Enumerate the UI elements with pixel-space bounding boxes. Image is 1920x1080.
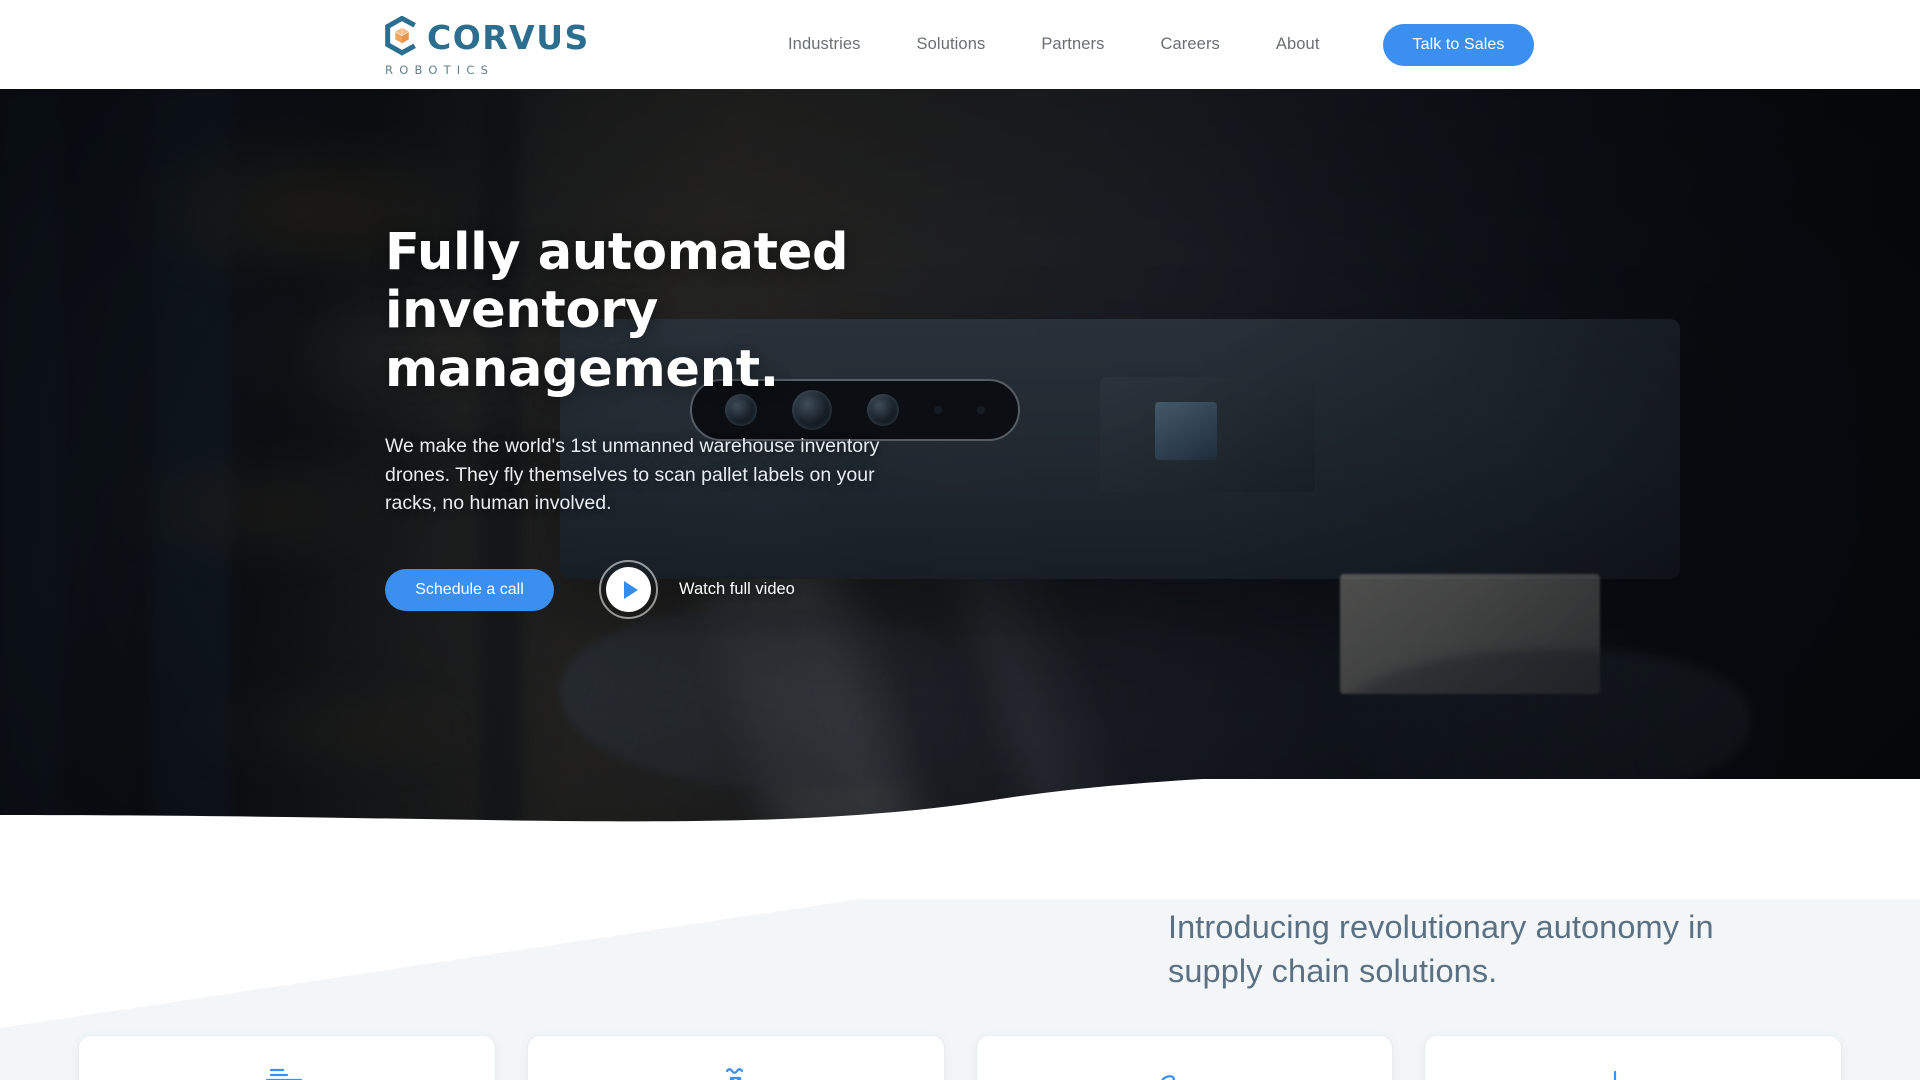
play-button-ring (599, 560, 658, 620)
hero-title-line-1: Fully automated (385, 223, 849, 282)
corvus-hexagon-c-logo-icon (385, 16, 416, 56)
pallet-rack-scan-icon (1161, 1075, 1176, 1080)
feature-card-analytics[interactable] (1424, 1035, 1842, 1080)
hero-content: Fully automated inventory management. We… (385, 223, 1005, 620)
schedule-a-call-button[interactable]: Schedule a call (385, 568, 554, 611)
warehouse-rack-icon (265, 1068, 302, 1080)
hero-title-line-2: inventory (385, 281, 659, 341)
main-navigation: Industries Solutions Partners Careers Ab… (760, 0, 1348, 89)
intro-heading-line-1: Introducing revolutionary autonomy in (1168, 909, 1714, 945)
landing-page: CORVUS ROBOTICS Industries Solutions Par… (0, 0, 1920, 1080)
hero-bottom-curve-mask (0, 779, 1920, 899)
watch-full-video-label: Watch full video (679, 580, 795, 599)
logo-wordmark: CORVUS (427, 17, 590, 57)
hero-subtitle: We make the world's 1st unmanned warehou… (385, 435, 880, 515)
feature-card-drone-antenna[interactable] (526, 1035, 945, 1080)
talk-to-sales-button[interactable]: Talk to Sales (1383, 24, 1534, 66)
site-header: CORVUS ROBOTICS Industries Solutions Par… (0, 0, 1920, 89)
logo-row: CORVUS (381, 16, 590, 58)
hero-actions: Schedule a call Watch full video (385, 560, 1005, 620)
nav-item-industries[interactable]: Industries (760, 35, 889, 54)
play-button[interactable] (606, 567, 651, 613)
intro-heading: Introducing revolutionary autonomy in su… (1168, 905, 1868, 993)
feature-card-row (0, 1035, 1920, 1080)
nav-item-partners[interactable]: Partners (1013, 35, 1132, 54)
nav-item-careers[interactable]: Careers (1133, 35, 1248, 54)
hero-title-line-3: management. (385, 339, 779, 399)
nav-item-solutions[interactable]: Solutions (889, 35, 1014, 54)
nav-item-about[interactable]: About (1248, 35, 1348, 54)
brand-logo[interactable]: CORVUS ROBOTICS (381, 16, 590, 77)
analytics-chart-icon (1614, 1070, 1617, 1080)
hero-title: Fully automated inventory management. (385, 223, 1005, 399)
logo-tagline: ROBOTICS (385, 63, 495, 77)
drone-antenna-icon (725, 1068, 743, 1080)
hero-section: Fully automated inventory management. We… (0, 89, 1920, 899)
feature-card-warehouse-shelving[interactable] (78, 1035, 496, 1080)
play-triangle-icon (623, 580, 638, 599)
feature-card-pallet-scanning[interactable] (975, 1035, 1394, 1080)
watch-full-video-control[interactable]: Watch full video (599, 560, 795, 620)
intro-heading-line-2: supply chain solutions. (1168, 953, 1498, 990)
